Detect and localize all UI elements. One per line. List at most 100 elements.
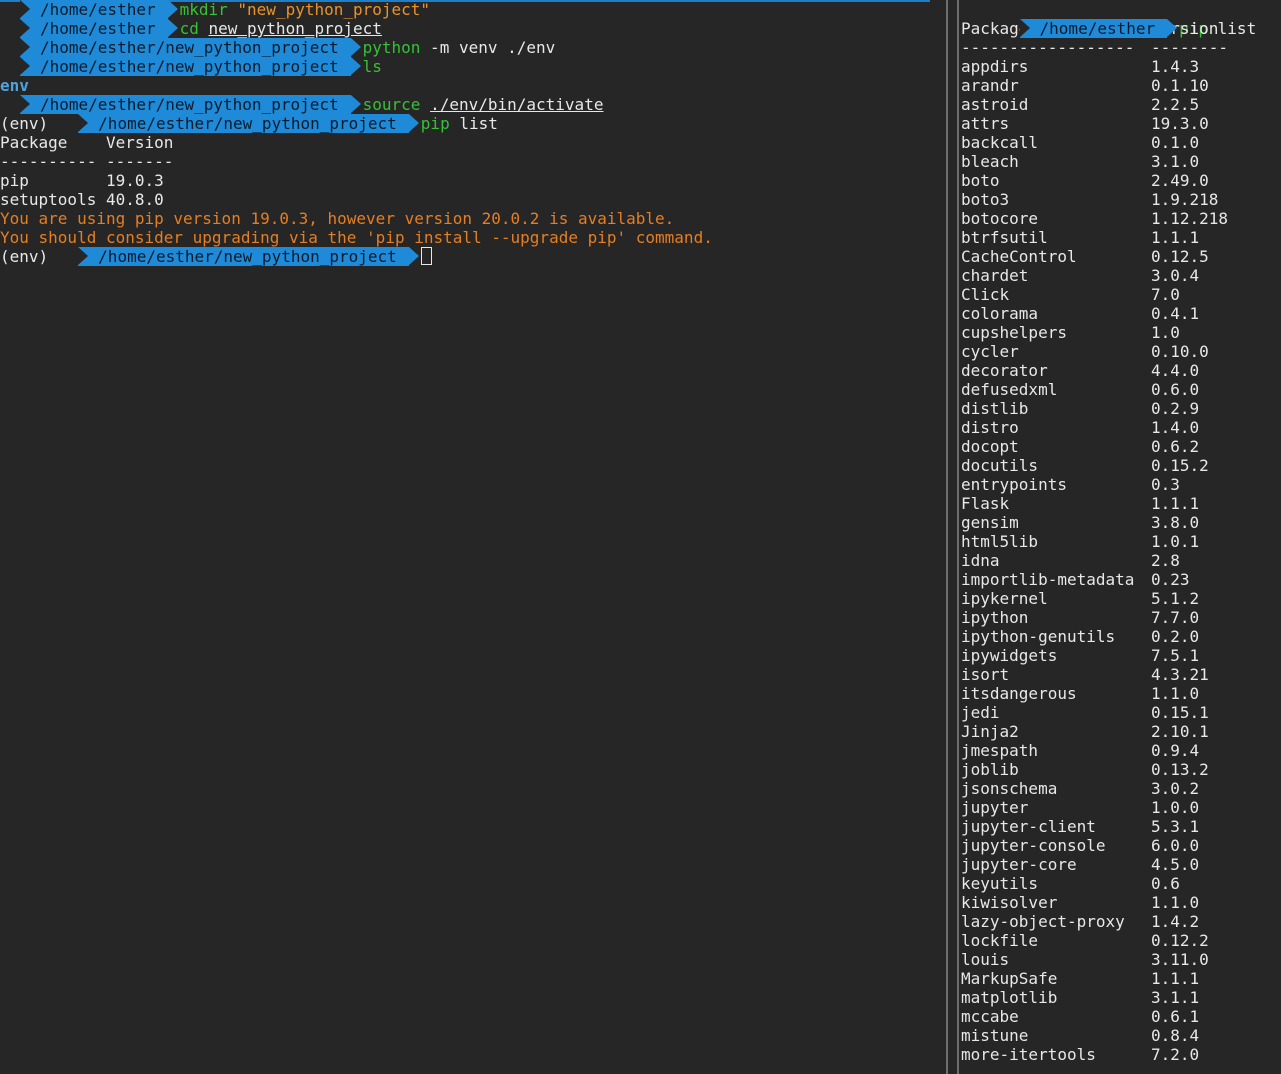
package-name: isort [961, 665, 1010, 684]
package-version: 5.1.2 [1151, 589, 1200, 608]
package-version: 0.1.10 [1151, 76, 1209, 95]
table-row: jupyter-console 6.0.0 [961, 836, 1281, 855]
package-name: CacheControl [961, 247, 1077, 266]
package-name: mccabe [961, 1007, 1019, 1026]
table-row: defusedxml 0.6.0 [961, 380, 1281, 399]
prompt-path: /home/esther/new_python_project [78, 247, 419, 266]
package-name: decorator [961, 361, 1048, 380]
pane-divider[interactable] [946, 0, 948, 1074]
package-name: joblib [961, 760, 1019, 779]
package-name: distlib [961, 399, 1029, 418]
package-version: 3.0.4 [1151, 266, 1200, 285]
package-name: ipython-genutils [961, 627, 1116, 646]
package-name: ipykernel [961, 589, 1048, 608]
package-name: bleach [961, 152, 1019, 171]
package-name: colorama [961, 304, 1039, 323]
command-arg: new_python_project [208, 19, 382, 38]
output-line: You are using pip version 19.0.3, howeve… [0, 209, 944, 228]
venv-indicator: (env) [0, 114, 49, 133]
warning-text: You should consider upgrading via the 'p… [0, 228, 713, 247]
output-line: env [0, 76, 944, 95]
package-version: 0.2.0 [1151, 627, 1200, 646]
package-version: 1.0.0 [1151, 798, 1200, 817]
package-name: backcall [961, 133, 1039, 152]
package-name: keyutils [961, 874, 1039, 893]
table-row: arandr 0.1.10 [961, 76, 1281, 95]
package-version: 0.8.4 [1151, 1026, 1200, 1045]
output-text: ---------- ------- [0, 152, 174, 171]
package-name: distro [961, 418, 1019, 437]
package-version: 0.6.2 [1151, 437, 1200, 456]
command-arg: "new_python_project" [237, 0, 431, 19]
table-row: cupshelpers 1.0 [961, 323, 1281, 342]
prompt-line: /home/esther cd new_python_project [0, 19, 944, 38]
prompt-line: /home/esther/new_python_project python -m… [0, 38, 944, 57]
left-terminal-pane[interactable]: /home/esther mkdir "new_python_project"/h… [0, 0, 944, 1074]
table-row: gensim 3.8.0 [961, 513, 1281, 532]
cursor[interactable] [420, 247, 432, 265]
package-version: 0.1.0 [1151, 133, 1200, 152]
command-name: cd [179, 19, 199, 38]
package-version: 1.9.218 [1151, 190, 1219, 209]
command-arg [420, 95, 430, 114]
package-version: 0.6.0 [1151, 380, 1200, 399]
prompt-line: (env) /home/esther/new_python_project [0, 247, 944, 266]
package-version: 3.8.0 [1151, 513, 1200, 532]
table-row: attrs 19.3.0 [961, 114, 1281, 133]
package-name: entrypoints [961, 475, 1067, 494]
package-version: 19.3.0 [1151, 114, 1209, 133]
package-version: 0.23 [1151, 570, 1190, 589]
package-version: 0.12.5 [1151, 247, 1209, 266]
command-arg [228, 0, 238, 19]
package-version: 7.5.1 [1151, 646, 1200, 665]
table-row: ipykernel 5.1.2 [961, 589, 1281, 608]
table-row: ipython-genutils 0.2.0 [961, 627, 1281, 646]
package-version: 1.1.1 [1151, 494, 1200, 513]
package-version: 6.0.0 [1151, 836, 1200, 855]
package-name: jsonschema [961, 779, 1058, 798]
package-name: kiwisolver [961, 893, 1058, 912]
package-name: lazy-object-proxy [961, 912, 1125, 931]
table-row: docutils 0.15.2 [961, 456, 1281, 475]
table-row: importlib-metadata 0.23 [961, 570, 1281, 589]
package-name: jupyter-client [961, 817, 1096, 836]
table-row: docopt 0.6.2 [961, 437, 1281, 456]
table-row: appdirs 1.4.3 [961, 57, 1281, 76]
package-name: docutils [961, 456, 1039, 475]
table-row: lockfile 0.12.2 [961, 931, 1281, 950]
package-version: 3.1.1 [1151, 988, 1200, 1007]
package-version: 1.4.3 [1151, 57, 1200, 76]
pane-divider-right[interactable] [957, 0, 959, 1074]
output-line: Package Version [0, 133, 944, 152]
prompt-path: /home/esther [20, 0, 178, 19]
table-row: keyutils 0.6 [961, 874, 1281, 893]
package-name: itsdangerous [961, 684, 1077, 703]
table-row: Jinja2 2.10.1 [961, 722, 1281, 741]
table-row: astroid 2.2.5 [961, 95, 1281, 114]
right-terminal-pane[interactable]: /home/esther pip list Package Version ---… [961, 0, 1281, 1074]
package-version: 2.49.0 [1151, 171, 1209, 190]
package-version: 4.5.0 [1151, 855, 1200, 874]
command-arg: -m venv ./env [420, 38, 556, 57]
package-version: 3.0.2 [1151, 779, 1200, 798]
output-line: You should consider upgrading via the 'p… [0, 228, 944, 247]
package-version: 7.7.0 [1151, 608, 1200, 627]
package-version: 0.10.0 [1151, 342, 1209, 361]
table-row: mistune 0.8.4 [961, 1026, 1281, 1045]
package-name: Flask [961, 494, 1010, 513]
table-row: Click 7.0 [961, 285, 1281, 304]
separator-package: ------------------ [961, 38, 1135, 57]
table-row: jupyter-core 4.5.0 [961, 855, 1281, 874]
command-name: source [362, 95, 421, 114]
package-version: 4.4.0 [1151, 361, 1200, 380]
prompt-path: /home/esther/new_python_project [20, 38, 361, 57]
directory-entry: env [0, 76, 29, 95]
package-name: html5lib [961, 532, 1039, 551]
warning-text: You are using pip version 19.0.3, howeve… [0, 209, 675, 228]
package-version: 3.1.0 [1151, 152, 1200, 171]
package-name: jupyter-core [961, 855, 1077, 874]
package-version: 0.13.2 [1151, 760, 1209, 779]
package-name: boto3 [961, 190, 1010, 209]
package-name: matplotlib [961, 988, 1058, 1007]
command-name: ls [362, 57, 382, 76]
